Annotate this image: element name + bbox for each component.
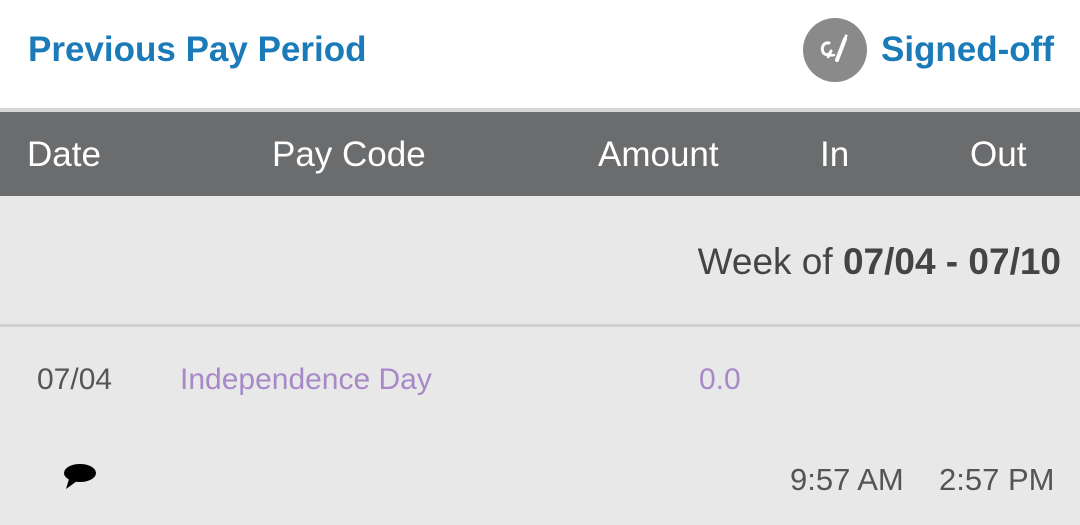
column-header-amount: Amount — [598, 135, 719, 174]
entry-out-time[interactable]: 2:57 PM — [939, 462, 1054, 498]
signed-off-button[interactable]: Signed-off — [802, 18, 1054, 82]
week-prefix: Week of — [697, 241, 843, 282]
column-header-pay-code: Pay Code — [272, 135, 426, 174]
week-divider — [0, 324, 1080, 327]
table-header: Date Pay Code Amount In Out — [0, 112, 1080, 196]
entry-amount[interactable]: 0.0 — [699, 362, 741, 398]
entry-pay-code[interactable]: Independence Day — [180, 362, 432, 398]
column-header-date: Date — [27, 135, 101, 174]
week-range: 07/04 - 07/10 — [842, 241, 1061, 282]
entry-date: 07/04 — [37, 363, 113, 396]
week-row: Week of 07/04 - 07/10 — [0, 196, 1080, 324]
column-header-out: Out — [970, 135, 1027, 174]
week-label: Week of 07/04 - 07/10 — [698, 240, 1061, 284]
comment-bubble-icon[interactable] — [62, 462, 98, 492]
entry-in-time[interactable]: 9:57 AM — [790, 462, 904, 498]
previous-pay-period-link[interactable]: Previous Pay Period — [28, 28, 366, 72]
column-header-in: In — [820, 135, 850, 174]
timecard-content: Week of 07/04 - 07/10 07/04 Independence… — [0, 196, 1080, 525]
signed-off-label: Signed-off — [880, 30, 1054, 69]
top-bar: Previous Pay Period Signed-off — [0, 0, 1080, 108]
signature-icon — [802, 18, 867, 82]
